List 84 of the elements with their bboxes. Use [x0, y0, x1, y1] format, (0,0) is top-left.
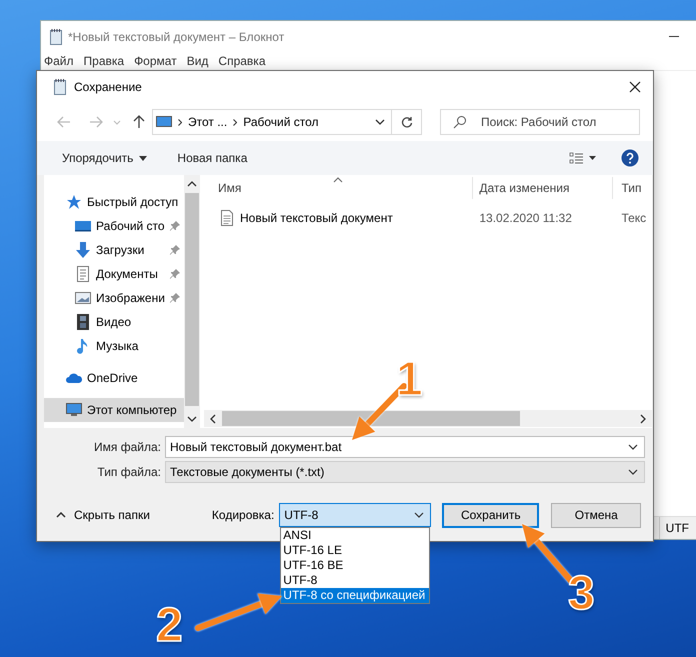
notepad-icon: [48, 28, 64, 44]
scroll-up-icon[interactable]: [187, 181, 197, 187]
dialog-button[interactable]: Отмена: [551, 502, 642, 528]
star-icon: [66, 194, 82, 210]
text-file-icon: [220, 210, 234, 226]
toolbar-button[interactable]: Новая папка: [177, 151, 248, 165]
address-bar[interactable]: Этот ... Рабочий стол: [152, 109, 392, 135]
scroll-thumb[interactable]: [222, 411, 520, 426]
nav-item[interactable]: Видео: [44, 310, 184, 334]
sort-caret-icon: [333, 177, 344, 183]
breadcrumb[interactable]: Рабочий стол: [243, 115, 319, 129]
column-header[interactable]: Имя: [204, 177, 472, 199]
chevron-up-icon: [56, 512, 66, 518]
document-icon: [75, 266, 91, 282]
menu-item[interactable]: Справка: [218, 54, 266, 68]
refresh-icon: [400, 116, 412, 128]
dropdown-option[interactable]: UTF-16 LE: [281, 543, 430, 558]
pin-icon: [170, 221, 180, 231]
film-icon: [75, 314, 91, 330]
menu-item[interactable]: Правка: [84, 54, 124, 68]
pin-icon: [170, 293, 180, 303]
file-name[interactable]: Новый текстовый документ: [240, 211, 393, 225]
column-header[interactable]: Тип: [612, 177, 652, 199]
search-field[interactable]: Поиск: Рабочий стол: [440, 109, 640, 135]
horizontal-scrollbar[interactable]: [204, 410, 652, 427]
nav-item[interactable]: Этот компьютер: [44, 398, 184, 422]
dropdown-option[interactable]: ANSI: [281, 528, 430, 543]
step-number: 2: [156, 602, 183, 650]
chevron-down-icon[interactable]: [414, 512, 424, 518]
field-label: Кодировка:: [212, 508, 274, 522]
search-icon: [453, 115, 467, 129]
chevron-right-icon: [233, 118, 238, 126]
dialog-button[interactable]: Сохранить: [442, 502, 540, 528]
hide-folders-button[interactable]: Скрыть папки: [56, 508, 150, 522]
menu-item[interactable]: Файл: [44, 54, 74, 68]
up-arrow-icon[interactable]: [133, 115, 145, 129]
scroll-left-icon[interactable]: [210, 414, 216, 424]
close-icon[interactable]: [629, 81, 641, 93]
status-text: UTF: [658, 517, 696, 539]
table-cell-text: 13.02.2020 11:32: [478, 210, 573, 227]
minimize-icon[interactable]: [669, 36, 679, 38]
chevron-right-icon: [178, 118, 182, 126]
breadcrumb[interactable]: Этот ...: [188, 115, 228, 129]
menu-item[interactable]: Вид: [186, 54, 208, 68]
menu-item[interactable]: Формат: [134, 54, 177, 68]
nav-item[interactable]: Изображени: [44, 286, 184, 310]
field-label: Тип файла:: [96, 465, 162, 479]
notepad-icon: [52, 79, 68, 95]
field-label: Имя файла:: [93, 440, 162, 454]
chevron-down-icon[interactable]: [628, 469, 638, 475]
file-type-dropdown[interactable]: Текстовые документы (*.txt): [165, 461, 645, 483]
pin-icon: [170, 269, 180, 279]
chevron-down-icon[interactable]: [628, 444, 638, 450]
picture-icon: [75, 290, 91, 306]
table-cell-text: Текс: [620, 210, 648, 227]
column-header[interactable]: Дата изменения: [472, 177, 612, 199]
dropdown-option[interactable]: UTF-8: [281, 573, 430, 588]
computer-icon: [66, 402, 82, 418]
nav-item[interactable]: OneDrive: [44, 366, 184, 390]
scroll-thumb[interactable]: [185, 193, 199, 406]
scroll-down-icon[interactable]: [187, 416, 197, 422]
nav-item[interactable]: Быстрый доступ: [44, 190, 184, 214]
help-icon[interactable]: [621, 149, 639, 167]
dialog-title: Сохранение: [74, 80, 142, 94]
scroll-right-icon[interactable]: [640, 414, 646, 424]
view-options-icon[interactable]: [569, 152, 597, 164]
nav-item[interactable]: Музыка: [44, 334, 184, 358]
file-name-field[interactable]: Новый текстовый документ.bat: [165, 436, 645, 458]
nav-item[interactable]: Документы: [44, 262, 184, 286]
toolbar-button[interactable]: Упорядочить: [62, 151, 148, 165]
dropdown-option[interactable]: UTF-8 со спецификацией: [281, 588, 430, 603]
download-arrow-icon: [75, 242, 91, 258]
chevron-down-icon[interactable]: [375, 119, 385, 125]
encoding-dropdown[interactable]: UTF-8: [279, 503, 432, 527]
dropdown-option[interactable]: UTF-16 BE: [281, 558, 430, 573]
step-number: 3: [568, 570, 595, 618]
vertical-scrollbar[interactable]: [184, 175, 200, 428]
computer-icon: [156, 116, 172, 128]
window-title: *Новый текстовый документ – Блокнот: [68, 30, 284, 44]
pin-icon: [170, 245, 180, 255]
desktop-icon: [75, 218, 91, 234]
nav-item[interactable]: Рабочий сто: [44, 214, 184, 238]
nav-item[interactable]: Загрузки: [44, 238, 184, 262]
refresh-button[interactable]: [392, 109, 422, 135]
